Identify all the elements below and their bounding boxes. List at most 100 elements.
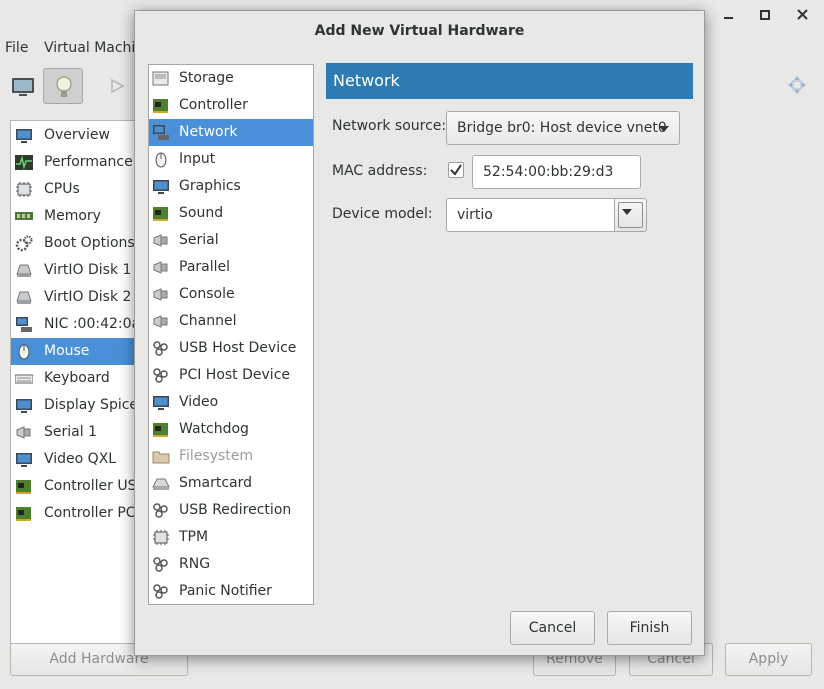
rng-icon	[152, 556, 169, 573]
folder-icon	[152, 448, 170, 465]
network-source-label: Network source:	[332, 118, 447, 134]
sidebar-item-label: Performance	[44, 154, 133, 170]
sidebar-item[interactable]: Mouse	[11, 338, 134, 365]
menu-file[interactable]: File	[5, 40, 28, 56]
sidebar-item[interactable]: Display Spice	[11, 392, 134, 419]
sidebar-item[interactable]: NIC :00:42:0a	[11, 311, 134, 338]
hardware-type-item[interactable]: Parallel	[149, 254, 313, 281]
hardware-type-label: Input	[179, 151, 216, 167]
sidebar-item-label: NIC :00:42:0a	[44, 316, 135, 332]
chevron-down-icon	[659, 126, 669, 132]
sidebar-item[interactable]: Controller PCI	[11, 500, 134, 527]
fullscreen-move-icon[interactable]	[786, 74, 808, 96]
sidebar-item[interactable]: Boot Options	[11, 230, 134, 257]
hardware-type-item[interactable]: Watchdog	[149, 416, 313, 443]
hardware-type-label: Network	[179, 124, 238, 140]
hardware-type-item[interactable]: Channel	[149, 308, 313, 335]
hardware-type-item[interactable]: Network	[149, 119, 313, 146]
hardware-type-label: Filesystem	[179, 448, 254, 464]
device-model-entry[interactable]: virtio	[446, 198, 615, 232]
run-button[interactable]	[97, 68, 137, 104]
hardware-type-label: Graphics	[179, 178, 241, 194]
controller-icon	[15, 505, 33, 522]
cpu-icon	[15, 181, 33, 198]
hardware-type-item[interactable]: USB Redirection	[149, 497, 313, 524]
hardware-type-label: USB Host Device	[179, 340, 297, 356]
hardware-type-label: Storage	[179, 70, 234, 86]
storage-icon	[152, 70, 169, 87]
hardware-type-item[interactable]: RNG	[149, 551, 313, 578]
network-source-value: Bridge br0: Host device vnet0	[457, 120, 667, 136]
hardware-type-label: Smartcard	[179, 475, 253, 491]
sidebar-item[interactable]: VirtIO Disk 1	[11, 257, 134, 284]
performance-icon	[15, 154, 33, 171]
hardware-type-item[interactable]: Smartcard	[149, 470, 313, 497]
mouse-icon	[152, 151, 169, 168]
details-view-button[interactable]	[43, 68, 83, 104]
hardware-type-item[interactable]: Video	[149, 389, 313, 416]
hardware-type-item[interactable]: Panic Notifier	[149, 578, 313, 604]
video-icon	[152, 394, 169, 411]
sidebar-item[interactable]: Overview	[11, 122, 134, 149]
monitor-icon	[15, 127, 33, 144]
mac-address-checkbox[interactable]	[448, 162, 464, 178]
hardware-type-item[interactable]: Storage	[149, 65, 313, 92]
sidebar-item-label: Memory	[44, 208, 101, 224]
sidebar-item[interactable]: CPUs	[11, 176, 134, 203]
sidebar-item-label: Keyboard	[44, 370, 110, 386]
network-source-dropdown[interactable]: Bridge br0: Host device vnet0	[446, 111, 680, 145]
hardware-type-label: USB Redirection	[179, 502, 292, 518]
maximize-icon[interactable]	[754, 4, 776, 26]
controller-icon	[152, 97, 169, 114]
hardware-type-item[interactable]: USB Host Device	[149, 335, 313, 362]
sidebar-item[interactable]: Controller USB	[11, 473, 134, 500]
mac-address-field[interactable]: 52:54:00:bb:29:d3	[472, 155, 641, 189]
hardware-type-label: Panic Notifier	[179, 583, 272, 599]
sidebar-item[interactable]: VirtIO Disk 2	[11, 284, 134, 311]
chevron-down-icon	[622, 209, 632, 215]
hardware-type-item[interactable]: Serial	[149, 227, 313, 254]
sound-card-icon	[152, 205, 169, 222]
sidebar-item-label: Serial 1	[44, 424, 97, 440]
mouse-icon	[15, 343, 33, 360]
minimize-icon[interactable]	[718, 4, 740, 26]
close-icon[interactable]	[792, 4, 814, 26]
finish-button[interactable]: Finish	[607, 611, 692, 645]
hardware-type-label: Video	[179, 394, 219, 410]
sidebar-item[interactable]: Video QXL	[11, 446, 134, 473]
sidebar-item-label: CPUs	[44, 181, 80, 197]
monitor-icon	[12, 78, 34, 96]
sidebar-item[interactable]: Performance	[11, 149, 134, 176]
serial-icon	[15, 424, 33, 441]
sidebar-item[interactable]: Serial 1	[11, 419, 134, 446]
hardware-type-list: Storage Controller Network Input Graphics Sou…	[148, 64, 314, 605]
keyboard-icon	[14, 370, 34, 387]
sidebar-item[interactable]: Memory	[11, 203, 134, 230]
channel-icon	[152, 313, 169, 330]
hardware-type-label: Console	[179, 286, 235, 302]
hardware-type-label: RNG	[179, 556, 211, 572]
usb-device-icon	[152, 340, 169, 357]
cancel-button[interactable]: Cancel	[510, 611, 595, 645]
hardware-type-item[interactable]: Sound	[149, 200, 313, 227]
gear-icon	[15, 235, 33, 252]
hardware-type-item[interactable]: TPM	[149, 524, 313, 551]
disk-icon	[15, 262, 33, 279]
device-model-dropdown-button[interactable]	[614, 198, 647, 232]
sidebar-item-label: VirtIO Disk 2	[44, 289, 132, 305]
memory-icon	[15, 208, 33, 225]
usb-redirection-icon	[152, 502, 169, 519]
hardware-type-item[interactable]: Controller	[149, 92, 313, 119]
hardware-type-label: Channel	[179, 313, 237, 329]
hardware-type-item[interactable]: Graphics	[149, 173, 313, 200]
apply-button[interactable]: Apply	[725, 643, 812, 676]
sidebar-item[interactable]: Keyboard	[11, 365, 134, 392]
hardware-type-item[interactable]: Console	[149, 281, 313, 308]
hardware-type-item[interactable]: PCI Host Device	[149, 362, 313, 389]
sidebar-item-label: Mouse	[44, 343, 90, 359]
console-view-button[interactable]	[3, 68, 43, 104]
hardware-type-item[interactable]: Input	[149, 146, 313, 173]
controller-icon	[15, 478, 33, 495]
sidebar-item-label: Controller USB	[44, 478, 134, 494]
sidebar-item-label: VirtIO Disk 1	[44, 262, 132, 278]
